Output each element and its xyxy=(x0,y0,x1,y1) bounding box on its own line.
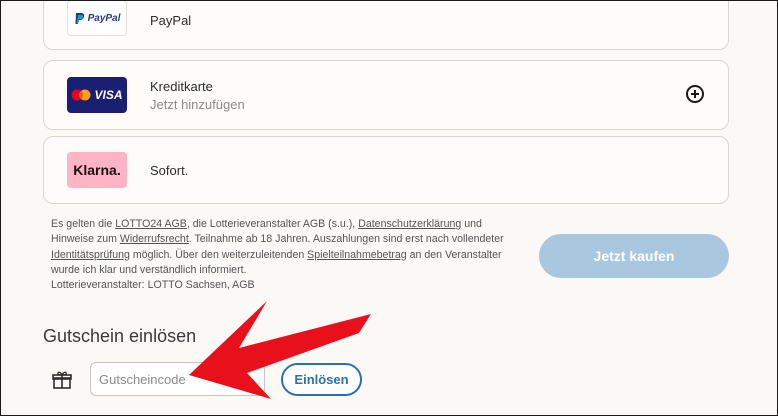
terms-segment: Es gelten die xyxy=(51,218,116,230)
privacy-link[interactable]: Datenschutzerklärung xyxy=(358,218,461,230)
organizer-text: Lotterieveranstalter: LOTTO Sachsen, AGB xyxy=(51,279,255,292)
paypal-p-icon xyxy=(75,12,84,24)
terms-segment: möglich. Über den weiterzuleitenden xyxy=(129,248,308,261)
voucher-heading: Gutschein einlösen xyxy=(43,326,197,346)
payment-option-title: Sofort. xyxy=(150,163,189,178)
voucher-code-input[interactable] xyxy=(90,362,265,396)
identity-check-link[interactable]: Identitätsprüfung xyxy=(51,249,130,261)
payment-option-paypal[interactable]: PayPal PayPal xyxy=(43,1,729,50)
plus-circle-icon[interactable] xyxy=(686,85,704,103)
payment-option-subtitle: Jetzt hinzufügen xyxy=(150,97,245,112)
agb-link[interactable]: LOTTO24 AGB xyxy=(115,218,187,230)
visa-logo-text: VISA xyxy=(94,88,123,102)
stake-amount-link[interactable]: Spielteilnahmebetrag xyxy=(307,249,407,261)
mastercard-icon xyxy=(71,89,91,101)
buy-now-button[interactable]: Jetzt kaufen xyxy=(539,234,729,278)
redeem-button[interactable]: Einlösen xyxy=(281,363,362,396)
klarna-logo: Klarna. xyxy=(67,152,127,188)
paypal-logo-text: PayPal xyxy=(87,12,121,24)
klarna-logo-text: Klarna. xyxy=(73,162,121,178)
payment-option-klarna[interactable]: Klarna. Sofort. xyxy=(43,136,729,204)
terms-text: Es gelten die LOTTO24 AGB, die Lotteriev… xyxy=(51,217,521,293)
gift-icon xyxy=(52,371,72,389)
terms-segment: . Teilnahme ab 18 Jahren. Auszahlungen s… xyxy=(188,233,504,246)
terms-segment: , die Lotterieveranstalter AGB (s.u.), xyxy=(186,218,359,230)
withdrawal-link[interactable]: Widerrufsrecht xyxy=(120,233,189,245)
payment-option-title: Kreditkarte xyxy=(150,79,213,94)
payment-option-title: PayPal xyxy=(150,13,192,28)
paypal-logo: PayPal xyxy=(67,1,127,36)
checkout-page: PayPal PayPal VISA Kreditkarte Jetzt hin… xyxy=(0,0,778,416)
mastercard-visa-logo: VISA xyxy=(67,77,127,113)
payment-option-credit-card[interactable]: VISA Kreditkarte Jetzt hinzufügen xyxy=(43,60,729,130)
